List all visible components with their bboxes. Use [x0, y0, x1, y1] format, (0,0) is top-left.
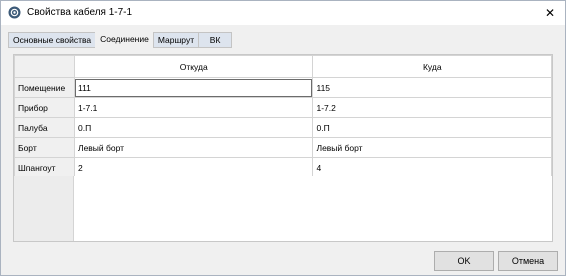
table-row: Палуба 0.П 0.П [14, 117, 552, 138]
cell-device-to[interactable]: 1-7.2 [312, 97, 552, 118]
cell-device-from[interactable]: 1-7.1 [73, 97, 314, 118]
tab-strip: Основные свойства Соединение Маршрут ВК [8, 31, 233, 49]
table-row: Борт Левый борт Левый борт [14, 137, 552, 158]
tab-connection[interactable]: Соединение [95, 31, 154, 49]
column-header-from[interactable]: Откуда [73, 55, 314, 78]
app-icon [8, 6, 21, 19]
connection-grid: Откуда Куда Помещение 111 115 Прибор 1-7… [13, 54, 553, 242]
window-title: Свойства кабеля 1-7-1 [27, 7, 133, 18]
row-header-deck[interactable]: Палуба [14, 117, 75, 138]
grid-empty-area [74, 176, 552, 241]
row-header-frame[interactable]: Шпангоут [14, 157, 75, 178]
cell-frame-to[interactable]: 4 [312, 157, 552, 178]
properties-dialog: Свойства кабеля 1-7-1 ✕ Основные свойств… [0, 0, 566, 276]
grid-empty-rowheader-area [14, 176, 74, 241]
close-button[interactable]: ✕ [535, 1, 565, 25]
cell-deck-to[interactable]: 0.П [312, 117, 552, 138]
cell-frame-from[interactable]: 2 [73, 157, 314, 178]
grid-corner [14, 55, 75, 78]
row-header-room[interactable]: Помещение [14, 77, 75, 98]
cell-room-from[interactable]: 111 [73, 77, 314, 98]
cancel-button[interactable]: Отмена [498, 251, 558, 271]
close-icon: ✕ [544, 6, 556, 20]
grid-header-row: Откуда Куда [14, 55, 552, 78]
table-row: Помещение 111 115 [14, 77, 552, 98]
table-row: Шпангоут 2 4 [14, 157, 552, 178]
cell-deck-from[interactable]: 0.П [73, 117, 314, 138]
tab-vk[interactable]: ВК [198, 32, 233, 48]
row-header-side[interactable]: Борт [14, 137, 75, 158]
cell-side-to[interactable]: Левый борт [312, 137, 552, 158]
title-bar: Свойства кабеля 1-7-1 ✕ [1, 1, 565, 25]
cell-room-to[interactable]: 115 [312, 77, 552, 98]
row-header-device[interactable]: Прибор [14, 97, 75, 118]
column-header-to[interactable]: Куда [312, 55, 552, 78]
ok-button[interactable]: OK [434, 251, 494, 271]
tab-route[interactable]: Маршрут [152, 32, 200, 48]
cell-side-from[interactable]: Левый борт [73, 137, 314, 158]
grid-table: Откуда Куда Помещение 111 115 Прибор 1-7… [14, 55, 552, 178]
table-row: Прибор 1-7.1 1-7.2 [14, 97, 552, 118]
tab-main-properties[interactable]: Основные свойства [8, 32, 97, 48]
